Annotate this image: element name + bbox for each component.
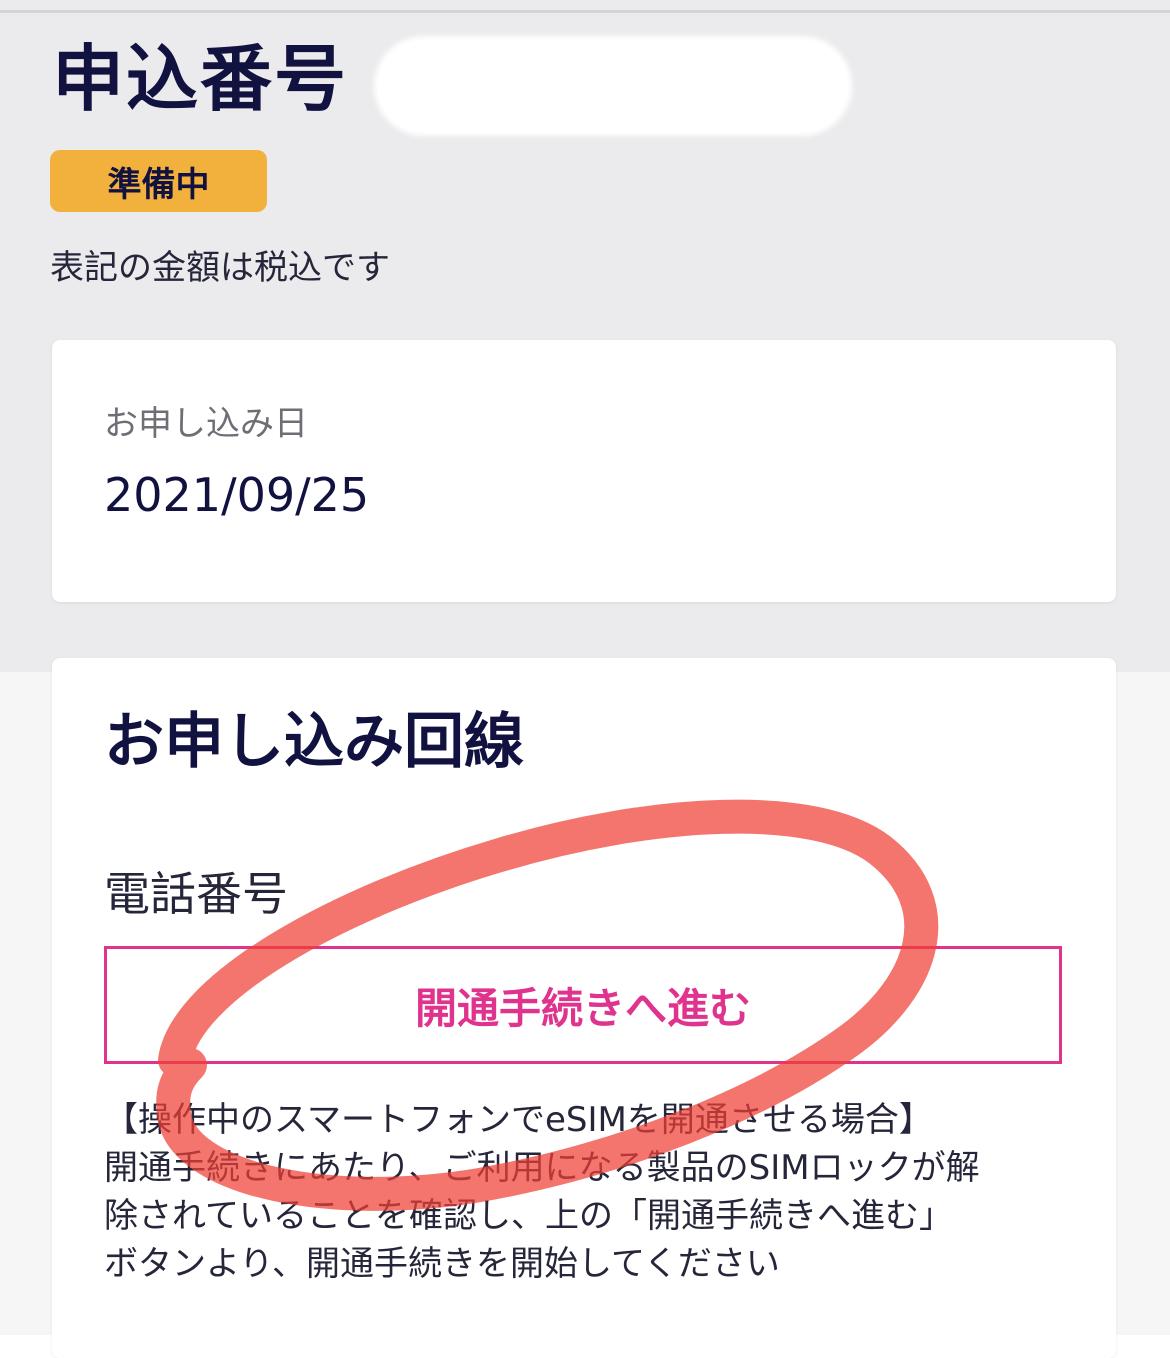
application-line-card: お申し込み回線 電話番号 開通手続きへ進む 【操作中のスマートフォンでeSIMを… xyxy=(52,658,1116,1358)
notice-line: 【操作中のスマートフォンでeSIMを開通させる場合】 xyxy=(104,1100,933,1140)
notice-line: 除されていることを確認し、上の「開通手続きへ進む」 xyxy=(104,1196,953,1236)
application-date-label: お申し込み日 xyxy=(104,404,308,444)
application-date-card: お申し込み日 2021/09/25 xyxy=(52,340,1116,602)
page-title: 申込番号 xyxy=(52,37,349,121)
notice-line: ボタンより、開通手続きを開始してください xyxy=(104,1244,780,1284)
section-title: お申し込み回線 xyxy=(104,707,524,777)
esim-notice: 【操作中のスマートフォンでeSIMを開通させる場合】 開通手続きにあたり、ご利用… xyxy=(104,1096,1079,1288)
notice-line: 開通手続きにあたり、ご利用になる製品のSIMロックが解 xyxy=(104,1148,980,1188)
redacted-application-number xyxy=(378,40,848,132)
phone-number-label: 電話番号 xyxy=(104,867,288,921)
tax-note: 表記の金額は税込です xyxy=(50,248,390,288)
top-divider xyxy=(0,10,1170,13)
activate-button[interactable]: 開通手続きへ進む xyxy=(104,946,1062,1064)
application-date-value: 2021/09/25 xyxy=(104,468,370,522)
status-badge: 準備中 xyxy=(50,150,267,212)
